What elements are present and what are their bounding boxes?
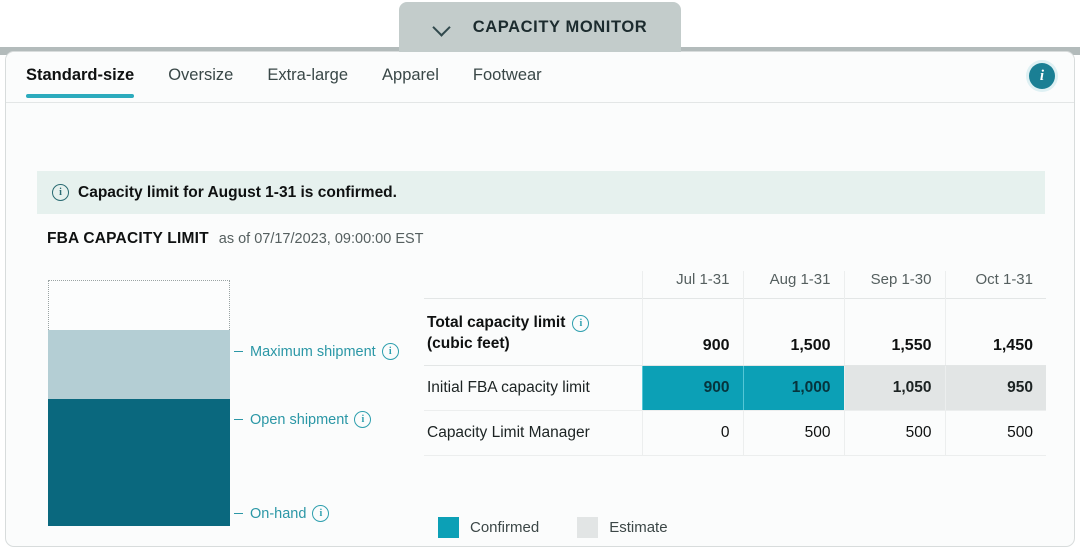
table-row-initial-fba-capacity-limit: Initial FBA capacity limit 900 1,000 1,0… [424,366,1046,411]
total-value-sep: 1,550 [844,299,945,366]
section-title: FBA CAPACITY LIMIT [47,230,209,248]
info-icon: i [52,184,69,201]
confirmation-alert: i Capacity limit for August 1-31 is conf… [37,171,1045,214]
legend-item-confirmed: Confirmed [438,517,539,538]
capacity-monitor-title: CAPACITY MONITOR [473,18,648,37]
table-header-row: Jul 1-31 Aug 1-31 Sep 1-30 Oct 1-31 [424,271,1046,299]
capacity-stacked-bar-chart [48,280,230,526]
total-value-oct: 1,450 [945,299,1046,366]
legend-item-estimate: Estimate [577,517,667,538]
tab-oversize[interactable]: Oversize [168,52,233,97]
chart-label-on-hand: On-hand i [234,505,329,522]
tab-apparel[interactable]: Apparel [382,52,439,97]
legend-label-estimate: Estimate [609,519,667,536]
clm-value-sep: 500 [844,411,945,456]
info-icon[interactable]: i [382,343,399,360]
initial-value-sep: 1,050 [844,366,945,411]
column-header-jul: Jul 1-31 [642,271,743,299]
table-row-total-capacity-limit: Total capacity limit i (cubic feet) 900 … [424,299,1046,366]
tab-extra-large-label: Extra-large [267,66,348,84]
clm-value-jul: 0 [642,411,743,456]
table-legend: Confirmed Estimate [438,517,693,538]
column-header-aug: Aug 1-31 [743,271,844,299]
tab-footwear[interactable]: Footwear [473,52,542,97]
tabbar-info-wrapper[interactable]: i [1029,63,1055,89]
tab-standard-size-label: Standard-size [26,66,134,84]
column-header-oct: Oct 1-31 [945,271,1046,299]
legend-swatch-confirmed [438,517,459,538]
section-as-of: as of 07/17/2023, 09:00:00 EST [219,231,424,247]
chart-label-open-shipment-text: Open shipment [250,412,348,428]
chart-label-on-hand-text: On-hand [250,506,306,522]
leader-dash-icon [234,513,243,515]
info-icon[interactable]: i [572,315,589,332]
confirmation-alert-text: Capacity limit for August 1-31 is confir… [78,184,397,202]
bar-segment-open-shipment [48,330,230,399]
row-label-total-capacity-limit: Total capacity limit i (cubic feet) [424,299,642,366]
bar-segment-on-hand [48,399,230,526]
tab-apparel-label: Apparel [382,66,439,84]
tab-standard-size[interactable]: Standard-size [26,52,134,97]
tab-oversize-label: Oversize [168,66,233,84]
capacity-table-wrapper: Jul 1-31 Aug 1-31 Sep 1-30 Oct 1-31 Tota… [424,271,1046,456]
info-icon[interactable]: i [1029,63,1055,89]
table-header-blank [424,271,642,299]
tab-footwear-label: Footwear [473,66,542,84]
info-icon[interactable]: i [312,505,329,522]
legend-label-confirmed: Confirmed [470,519,539,536]
chevron-down-icon[interactable] [433,18,451,36]
capacity-table: Jul 1-31 Aug 1-31 Sep 1-30 Oct 1-31 Tota… [424,271,1046,456]
chart-label-maximum-shipment-text: Maximum shipment [250,344,376,360]
info-icon[interactable]: i [354,411,371,428]
row-label-capacity-limit-manager: Capacity Limit Manager [424,411,642,456]
table-row-capacity-limit-manager: Capacity Limit Manager 0 500 500 500 [424,411,1046,456]
leader-dash-icon [234,351,243,353]
tab-extra-large[interactable]: Extra-large [267,52,348,97]
initial-value-oct: 950 [945,366,1046,411]
size-tier-tabs: Standard-size Oversize Extra-large Appar… [6,52,1074,103]
bar-segment-maximum-shipment [48,280,230,330]
initial-value-jul: 900 [642,366,743,411]
row-label-initial-fba: Initial FBA capacity limit [424,366,642,411]
clm-value-oct: 500 [945,411,1046,456]
chart-label-maximum-shipment: Maximum shipment i [234,343,399,360]
capacity-monitor-screen: CAPACITY MONITOR Standard-size Oversize … [0,0,1080,552]
capacity-monitor-header-tab[interactable]: CAPACITY MONITOR [399,2,681,52]
section-header: FBA CAPACITY LIMIT as of 07/17/2023, 09:… [47,230,424,248]
leader-dash-icon [234,419,243,421]
capacity-monitor-card: Standard-size Oversize Extra-large Appar… [5,51,1075,547]
row-label-total-line2: (cubic feet) [427,335,510,352]
chart-label-open-shipment: Open shipment i [234,411,371,428]
legend-swatch-estimate [577,517,598,538]
total-value-aug: 1,500 [743,299,844,366]
column-header-sep: Sep 1-30 [844,271,945,299]
capacity-monitor-body: i Capacity limit for August 1-31 is conf… [6,103,1074,547]
initial-value-aug: 1,000 [743,366,844,411]
clm-value-aug: 500 [743,411,844,456]
row-label-total-line1: Total capacity limit [427,313,565,334]
total-value-jul: 900 [642,299,743,366]
